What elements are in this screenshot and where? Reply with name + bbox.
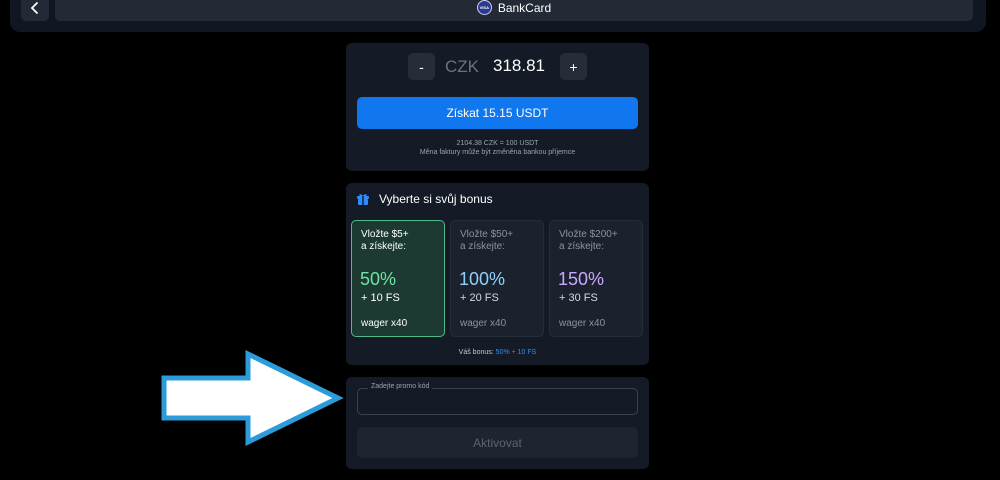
bonus-card-free-spins: + 20 FS [460,292,499,304]
bonus-card-50[interactable]: Vložte $5+ a získejte: 50% + 10 FS wager… [351,220,445,337]
bonus-card-wager: wager x40 [361,318,408,329]
bonus-card-wager: wager x40 [460,318,507,329]
bonus-card-150[interactable]: Vložte $200+ a získejte: 150% + 30 FS wa… [549,220,643,337]
promo-panel: Zadejte promo kód Aktivovat [346,377,649,469]
visa-card-icon: VISA [476,0,492,15]
gift-icon [357,194,369,205]
bonus-card-deposit: Vložte $200+ [559,229,618,240]
currency-note: Měna faktury může být změněna bankou pří… [419,149,576,156]
title-bar: VISA BankCard [55,0,973,21]
bonus-card-get: a získejte: [460,241,506,252]
bonus-card-deposit: Vložte $50+ [460,229,514,240]
your-bonus-value: 50% + 10 FS [495,349,537,356]
bonus-panel: Vyberte si svůj bonus Vložte $5+ a získe… [346,183,649,365]
get-usdt-button[interactable]: Získat 15.15 USDT [357,97,638,129]
amount-panel: - CZK 318.81 + Získat 15.15 USDT 2104.38… [346,43,649,171]
bonus-card-get: a získejte: [559,241,605,252]
bonus-card-free-spins: + 10 FS [361,292,400,304]
arrow-right-icon [161,350,344,446]
bonus-card-percent: 100% [459,269,506,289]
currency-label: CZK [445,57,479,76]
bonus-card-percent: 50% [360,269,397,289]
bonus-card-100[interactable]: Vložte $50+ a získejte: 100% + 20 FS wag… [450,220,544,337]
activate-button[interactable]: Aktivovat [357,427,638,458]
back-button[interactable] [21,0,49,21]
decrease-amount-button[interactable]: - [408,53,435,80]
bonus-card-deposit: Vložte $5+ [361,229,409,240]
bonus-panel-title: Vyberte si svůj bonus [379,192,493,206]
your-bonus-label: Váš bonus: [458,349,494,356]
your-bonus-summary: Váš bonus: 50% + 10 FS [346,349,649,356]
exchange-rate-text: 2104.38 CZK = 100 USDT [456,140,539,147]
bonus-card-percent: 150% [558,269,605,289]
page-title: BankCard [497,0,552,15]
card-logo-text: VISA [479,5,489,10]
bonus-card-wager: wager x40 [559,318,606,329]
bonus-card-get: a získejte: [361,241,407,252]
bonus-card-free-spins: + 30 FS [559,292,598,304]
amount-value[interactable]: 318.81 [493,56,545,76]
promo-code-input[interactable] [357,388,638,415]
promo-code-label: Zadejte promo kód [368,383,433,390]
chevron-left-icon [30,1,38,14]
increase-amount-button[interactable]: + [560,53,587,80]
